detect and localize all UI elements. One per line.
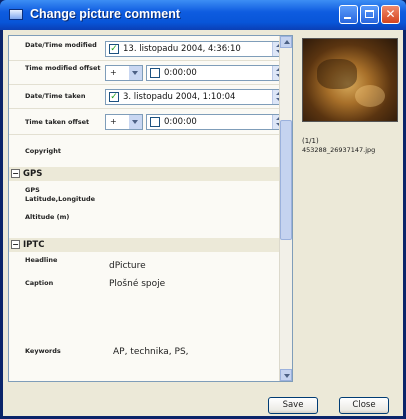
label-altitude: Altitude (m) — [25, 213, 70, 221]
scroll-up-button[interactable] — [280, 36, 292, 48]
category-gps-label: GPS — [23, 169, 43, 179]
dialog-window: Change picture comment ✕ Date/Time modif… — [0, 0, 406, 419]
vertical-scrollbar[interactable] — [279, 36, 292, 381]
datetime-modified-picker[interactable]: ✓ 13. listopadu 2004, 4:36:10 — [105, 41, 285, 57]
category-iptc-label: IPTC — [23, 240, 45, 250]
minimize-button[interactable] — [339, 5, 358, 24]
checkbox-checked-icon[interactable]: ✓ — [109, 92, 119, 102]
category-gps[interactable]: − GPS — [9, 167, 292, 181]
time-modified-sign-select[interactable]: + — [105, 65, 143, 81]
label-headline: Headline — [25, 256, 58, 264]
checkbox-icon[interactable] — [150, 117, 160, 127]
dialog-client-area: Date/Time modified ✓ 13. listopadu 2004,… — [3, 30, 403, 416]
time-taken-offset-value: 0:00:00 — [164, 117, 197, 127]
minimize-icon — [344, 17, 351, 19]
label-caption: Caption — [25, 279, 54, 287]
label-time-taken-offset: Time taken offset — [25, 118, 90, 126]
maximize-button[interactable] — [360, 5, 379, 24]
label-datetime-taken: Date/Time taken — [25, 92, 86, 100]
row-divider — [9, 134, 292, 135]
maximize-icon — [365, 10, 374, 18]
picture-index: (1/1) — [302, 137, 319, 145]
checkbox-icon[interactable] — [150, 68, 160, 78]
keywords-value[interactable]: AP, technika, PS, — [113, 347, 189, 357]
label-datetime-modified: Date/Time modified — [25, 41, 97, 49]
picture-filename: 453288_26937147.jpg — [302, 146, 376, 154]
window-title: Change picture comment — [30, 7, 181, 21]
label-time-modified-offset: Time modified offset — [25, 64, 101, 72]
collapse-icon[interactable]: − — [11, 240, 20, 249]
row-divider — [9, 60, 292, 61]
time-modified-offset-value: 0:00:00 — [164, 68, 197, 78]
datetime-modified-value: 13. listopadu 2004, 4:36:10 — [123, 44, 241, 54]
label-keywords: Keywords — [25, 347, 61, 355]
chevron-down-icon[interactable] — [129, 66, 142, 80]
label-copyright: Copyright — [25, 147, 61, 155]
datetime-taken-picker[interactable]: ✓ 3. listopadu 2004, 1:10:04 — [105, 89, 285, 105]
window-icon — [9, 9, 23, 20]
time-taken-offset-picker[interactable]: 0:00:00 — [146, 114, 285, 130]
sign-value: + — [110, 68, 117, 77]
headline-value[interactable]: dPicture — [109, 261, 146, 271]
category-iptc[interactable]: − IPTC — [9, 238, 292, 252]
title-bar[interactable]: Change picture comment ✕ — [0, 0, 406, 30]
time-modified-offset-picker[interactable]: 0:00:00 — [146, 65, 285, 81]
close-window-button[interactable]: ✕ — [381, 5, 400, 24]
property-grid: Date/Time modified ✓ 13. listopadu 2004,… — [8, 35, 293, 382]
label-latitude-longitude: Latitude,Longitude — [25, 195, 96, 203]
sign-value: + — [110, 117, 117, 126]
row-divider — [9, 108, 292, 109]
datetime-taken-value: 3. listopadu 2004, 1:10:04 — [123, 92, 236, 102]
scroll-down-button[interactable] — [280, 369, 292, 381]
time-taken-sign-select[interactable]: + — [105, 114, 143, 130]
collapse-icon[interactable]: − — [11, 169, 20, 178]
checkbox-checked-icon[interactable]: ✓ — [109, 44, 119, 54]
scroll-thumb[interactable] — [280, 120, 292, 240]
row-divider — [9, 84, 292, 85]
label-gps: GPS — [25, 186, 40, 194]
close-button[interactable]: Close — [339, 397, 389, 414]
chevron-down-icon[interactable] — [129, 115, 142, 129]
picture-preview — [302, 38, 398, 122]
caption-value[interactable]: Plošné spoje — [109, 279, 165, 289]
save-button[interactable]: Save — [268, 397, 318, 414]
close-icon: ✕ — [385, 7, 396, 21]
